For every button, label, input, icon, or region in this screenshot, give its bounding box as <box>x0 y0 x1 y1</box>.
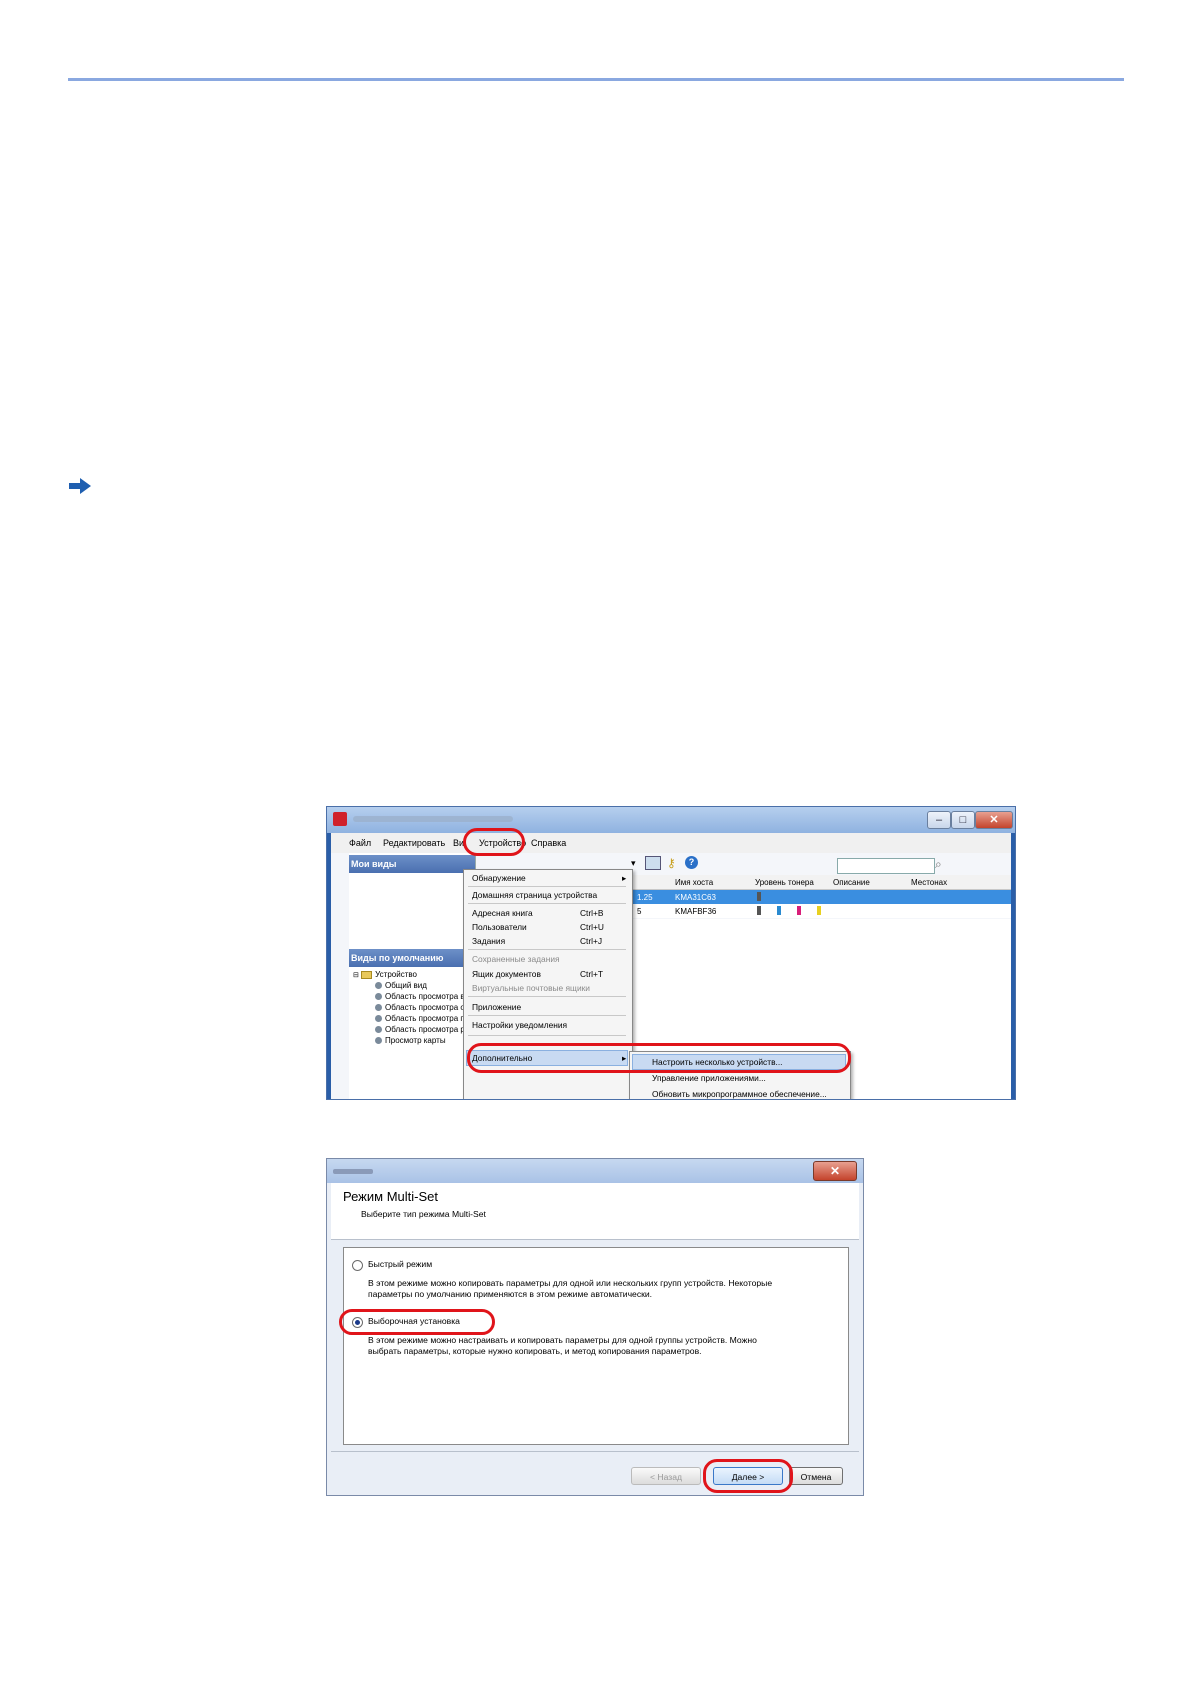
menu-item-device-home[interactable]: Домашняя страница устройства <box>472 890 597 900</box>
quick-mode-desc-2: параметры по умолчанию применяются в это… <box>368 1289 653 1299</box>
header-divider <box>331 1239 859 1240</box>
view-icon <box>375 1026 382 1034</box>
app-icon <box>333 812 347 826</box>
custom-setup-desc-2: выбрать параметры, которые нужно копиров… <box>368 1346 702 1356</box>
tree-item[interactable]: Область просмотра рес <box>375 1024 473 1035</box>
key-icon[interactable]: ⚷ <box>667 856 676 870</box>
col-location[interactable]: Местонах <box>911 878 947 887</box>
menu-item-users[interactable]: Пользователи Ctrl+U <box>472 922 604 932</box>
dropdown-arrow-icon[interactable]: ▾ <box>631 858 636 869</box>
dialog-title: Режим Multi-Set <box>343 1189 438 1204</box>
menu-separator <box>468 949 626 950</box>
monitor-icon[interactable] <box>645 856 661 870</box>
window-titlebar: – □ ✕ <box>327 807 1015 833</box>
dialog-titlebar: ✕ <box>327 1159 863 1183</box>
col-hostname[interactable]: Имя хоста <box>675 878 713 887</box>
view-icon <box>375 982 382 990</box>
toner-bar <box>757 906 761 915</box>
tree-item[interactable]: Область просмотра вос <box>375 991 473 1002</box>
menu-separator <box>468 903 626 904</box>
view-icon <box>375 1015 382 1023</box>
default-views-header: Виды по умолчанию <box>349 949 475 967</box>
window-title-blurred <box>353 816 513 822</box>
dialog-header: Режим Multi-Set Выберите тип режима Mult… <box>331 1183 859 1239</box>
highlight-ring-next <box>703 1459 793 1493</box>
toner-bar <box>817 906 821 915</box>
col-toner[interactable]: Уровень тонера <box>755 878 814 887</box>
top-rule <box>68 78 1124 81</box>
menu-edit[interactable]: Редактировать <box>383 838 445 848</box>
menu-item-virtual-mailboxes[interactable]: Виртуальные почтовые ящики <box>472 983 590 993</box>
view-icon <box>375 993 382 1001</box>
search-icon[interactable]: ⌕ <box>935 857 942 872</box>
left-panel: Мои виды Виды по умолчанию ⊟ Устройство … <box>349 853 476 1099</box>
menu-item-document-box[interactable]: Ящик документов Ctrl+T <box>472 969 603 979</box>
menu-item-discovery[interactable]: Обнаружение ▸ <box>472 873 626 883</box>
minimize-button[interactable]: – <box>927 811 951 829</box>
submenu-arrow-icon: ▸ <box>622 873 627 883</box>
menu-help[interactable]: Справка <box>531 838 566 848</box>
menu-item-notification-settings[interactable]: Настройки уведомления <box>472 1020 567 1030</box>
arrow-right-icon <box>69 478 91 494</box>
submenu-item-firmware[interactable]: Обновить микропрограммное обеспечение... <box>652 1089 827 1099</box>
highlight-ring-device-menu <box>463 828 525 856</box>
menu-separator <box>468 1015 626 1016</box>
tree-item[interactable]: Область просмотра про <box>375 1013 474 1024</box>
quick-mode-desc-1: В этом режиме можно копировать параметры… <box>368 1278 773 1288</box>
menu-item-saved-jobs[interactable]: Сохраненные задания <box>472 954 560 964</box>
my-views-header: Мои виды <box>349 855 475 873</box>
menu-separator <box>468 996 626 997</box>
radio-quick-mode[interactable] <box>352 1260 363 1271</box>
device-manager-screenshot: – □ ✕ Файл Редактировать Ви Устройство С… <box>326 806 1016 1100</box>
mode-options-panel: Быстрый режим В этом режиме можно копиро… <box>343 1247 849 1445</box>
col-description[interactable]: Описание <box>833 878 870 887</box>
menu-item-jobs[interactable]: Задания Ctrl+J <box>472 936 602 946</box>
footer-divider <box>331 1451 859 1452</box>
toner-bar <box>797 906 801 915</box>
tree-item[interactable]: Просмотр карты <box>375 1035 446 1046</box>
folder-icon <box>361 970 373 979</box>
highlight-ring-advanced <box>467 1043 851 1073</box>
close-button[interactable]: ✕ <box>975 811 1013 829</box>
view-icon <box>375 1004 382 1012</box>
dialog-title-blurred <box>333 1169 373 1174</box>
back-button[interactable]: < Назад <box>631 1467 701 1485</box>
menu-item-address-book[interactable]: Адресная книга Ctrl+B <box>472 908 604 918</box>
quick-mode-label[interactable]: Быстрый режим <box>368 1259 432 1270</box>
menu-file[interactable]: Файл <box>349 838 371 848</box>
tree-item[interactable]: Область просмотра оче <box>375 1002 473 1013</box>
menu-separator <box>468 1035 626 1036</box>
menu-separator <box>468 886 626 887</box>
toolbar: ▾ ⚷ ? <box>627 854 1011 874</box>
menu-item-application[interactable]: Приложение <box>472 1002 521 1012</box>
highlight-ring-custom-setup <box>339 1309 495 1335</box>
view-icon <box>375 1037 382 1045</box>
multiset-dialog-screenshot: ✕ Режим Multi-Set Выберите тип режима Mu… <box>326 1158 864 1496</box>
maximize-button[interactable]: □ <box>951 811 975 829</box>
menubar: Файл Редактировать Ви Устройство Справка <box>331 833 1011 853</box>
custom-setup-desc-1: В этом режиме можно настраивать и копиро… <box>368 1335 757 1345</box>
table-row[interactable]: 1.25 KMA31C63 <box>627 890 1011 904</box>
toner-bar <box>777 906 781 915</box>
tree-item[interactable]: Общий вид <box>375 980 427 991</box>
cancel-button[interactable]: Отмена <box>789 1467 843 1485</box>
toner-bar <box>757 892 761 901</box>
help-icon[interactable]: ? <box>685 856 698 869</box>
dialog-close-button[interactable]: ✕ <box>813 1161 857 1181</box>
device-table-header: Имя хоста Уровень тонера Описание Местон… <box>627 875 1011 890</box>
table-row[interactable]: 5 KMAFBF36 <box>627 904 1011 918</box>
search-input[interactable] <box>837 858 935 874</box>
submenu-item-app-management[interactable]: Управление приложениями... <box>652 1073 766 1083</box>
dialog-subtitle: Выберите тип режима Multi-Set <box>361 1209 486 1219</box>
